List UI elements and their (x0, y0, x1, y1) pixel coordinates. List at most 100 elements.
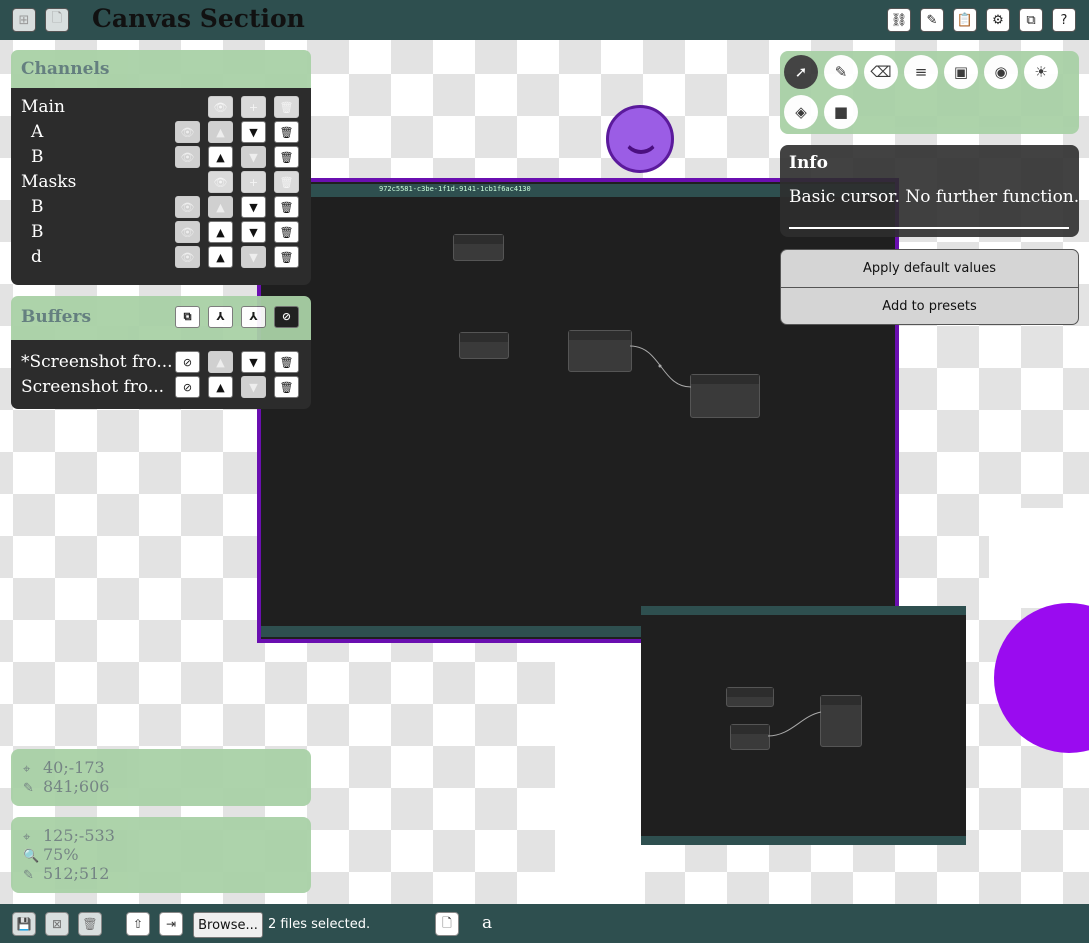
buffers-panel: Buffers ⧉ ⅄ ⅄ ⊘ *Screenshot fro... ⊘ ▲ ▼… (11, 296, 311, 409)
canvas[interactable]: 972c5581-c3be-1f1d-9141-1cb1f6ac4130 Cha… (0, 40, 1089, 904)
channel-row[interactable]: Masks 👁 + 🗑 (11, 170, 311, 194)
channel-label: Main (21, 97, 65, 117)
settings-button[interactable]: ⚙ (986, 8, 1010, 32)
clipboard-settings-icon: 📋 (956, 12, 974, 28)
node-graph-button[interactable]: ⛓ (887, 8, 911, 32)
pen-position-value: 841;606 (43, 777, 110, 796)
delete-button[interactable]: 🗑 (274, 121, 299, 143)
save-button[interactable]: 💾 (12, 912, 36, 936)
arrow-down-icon: ▼ (249, 250, 258, 264)
camera-tool[interactable]: ◉ (984, 55, 1018, 89)
buffer-row[interactable]: *Screenshot fro... ⊘ ▲ ▼ 🗑 (11, 350, 311, 374)
delete-button[interactable]: 🗑 (274, 376, 299, 398)
help-icon: ? (1060, 12, 1068, 28)
visibility-toggle[interactable]: 👁 (175, 121, 200, 143)
brush-tool[interactable]: ✎ (824, 55, 858, 89)
visibility-toggle[interactable]: ⊘ (175, 351, 200, 373)
add-to-presets-button[interactable]: Add to presets (781, 288, 1078, 324)
visibility-toggle[interactable]: 👁 (208, 171, 233, 193)
brightness-tool[interactable]: ☀ (1024, 55, 1058, 89)
help-button[interactable]: ? (1052, 8, 1076, 32)
new-file-button[interactable]: 🗋 (45, 8, 69, 32)
bottom-bar: 💾 ⊠ 🗑 ⇧ ⇥ Browse... 2 files selected. 🗋 … (0, 904, 1089, 943)
move-up-button[interactable]: ▲ (208, 246, 233, 268)
move-up-button[interactable]: ▲ (208, 121, 233, 143)
import-file-button[interactable]: ⇥ (159, 912, 183, 936)
move-down-button[interactable]: ▼ (241, 121, 266, 143)
channel-row[interactable]: B 👁 ▲ ▼ 🗑 (11, 195, 311, 219)
eraser-tool[interactable]: ⌫ (864, 55, 898, 89)
delete-button[interactable]: 🗑 (274, 146, 299, 168)
add-file-button[interactable]: 🗋 (435, 912, 459, 936)
channel-row[interactable]: A 👁 ▲ ▼ 🗑 (11, 120, 311, 144)
new-canvas-icon: ⊞ (18, 12, 30, 28)
pen-icon: ✎ (23, 781, 34, 796)
fill-tool[interactable]: ◈ (784, 95, 818, 129)
channel-row[interactable]: B 👁 ▲ ▼ 🗑 (11, 145, 311, 169)
screenshot-tool[interactable]: ■ (824, 95, 858, 129)
move-down-button[interactable]: ▼ (241, 246, 266, 268)
visibility-toggle[interactable]: ⊘ (175, 376, 200, 398)
hide-all-button[interactable]: ⊘ (274, 306, 299, 328)
delete-button[interactable]: 🗑 (274, 96, 299, 118)
delete-button[interactable]: 🗑 (274, 351, 299, 373)
channel-row[interactable]: Main 👁 + 🗑 (11, 95, 311, 119)
apply-defaults-button[interactable]: Apply default values (781, 250, 1078, 288)
merge-down-button[interactable]: ⅄ (241, 306, 266, 328)
screenshot-layer-2[interactable] (641, 606, 966, 845)
move-up-button[interactable]: ▲ (208, 351, 233, 373)
delete-button[interactable]: 🗑 (274, 171, 299, 193)
trash-icon: 🗑 (279, 125, 294, 139)
move-down-button[interactable]: ▼ (241, 196, 266, 218)
visibility-toggle[interactable]: 👁 (175, 146, 200, 168)
delete-button[interactable]: 🗑 (274, 196, 299, 218)
merge-icon: ⅄ (216, 310, 225, 323)
canvas-size: ✎ 512;512 (23, 864, 109, 883)
duplicate-buffer-button[interactable]: ⧉ (175, 306, 200, 328)
close-button[interactable]: ⊠ (45, 912, 69, 936)
clipboard-settings-button[interactable]: 📋 (953, 8, 977, 32)
visibility-toggle[interactable]: 👁 (208, 96, 233, 118)
eye-icon: 👁 (180, 150, 195, 164)
move-up-button[interactable]: ▲ (208, 221, 233, 243)
eye-off-icon: ⊘ (182, 380, 193, 394)
cursor-position-value: 40;-173 (43, 758, 105, 777)
arrow-down-icon: ▼ (249, 150, 258, 164)
footer-text: a (482, 913, 493, 933)
gear-icon: ⚙ (992, 12, 1004, 28)
browse-button[interactable]: Browse... (193, 912, 263, 938)
channel-row[interactable]: d 👁 ▲ ▼ 🗑 (11, 245, 311, 269)
magnifier-icon: 🔍 (23, 849, 40, 864)
move-down-button[interactable]: ▼ (241, 221, 266, 243)
add-channel-button[interactable]: + (241, 96, 266, 118)
add-channel-button[interactable]: + (241, 171, 266, 193)
move-up-button[interactable]: ▲ (208, 146, 233, 168)
screenshot-layer[interactable]: 972c5581-c3be-1f1d-9141-1cb1f6ac4130 (257, 178, 899, 643)
visibility-toggle[interactable]: 👁 (175, 246, 200, 268)
move-up-button[interactable]: ▲ (208, 196, 233, 218)
buffers-title: Buffers ⧉ ⅄ ⅄ ⊘ (11, 296, 311, 340)
copy-document-button[interactable]: ⧉ (1019, 8, 1043, 32)
text-tool[interactable]: ≡ (904, 55, 938, 89)
info-description: Basic cursor. No further function. (789, 187, 1080, 207)
move-down-button[interactable]: ▼ (241, 146, 266, 168)
upload-button[interactable]: ⇧ (126, 912, 150, 936)
delete-button[interactable]: 🗑 (274, 221, 299, 243)
arrow-down-icon: ▼ (249, 380, 258, 394)
image-tool[interactable]: ▣ (944, 55, 978, 89)
visibility-toggle[interactable]: 👁 (175, 196, 200, 218)
edit-button[interactable]: ✎ (920, 8, 944, 32)
new-canvas-button[interactable]: ⊞ (12, 8, 36, 32)
eye-off-icon: ⊘ (182, 355, 193, 369)
channel-row[interactable]: B 👁 ▲ ▼ 🗑 (11, 220, 311, 244)
buffer-row[interactable]: Screenshot fro... ⊘ ▲ ▼ 🗑 (11, 375, 311, 399)
merge-down-icon: ⅄ (249, 310, 258, 323)
merge-button[interactable]: ⅄ (208, 306, 233, 328)
delete-button[interactable]: 🗑 (78, 912, 102, 936)
cursor-tool[interactable]: ➚ (784, 55, 818, 89)
delete-button[interactable]: 🗑 (274, 246, 299, 268)
visibility-toggle[interactable]: 👁 (175, 221, 200, 243)
move-down-button[interactable]: ▼ (241, 351, 266, 373)
move-down-button[interactable]: ▼ (241, 376, 266, 398)
move-up-button[interactable]: ▲ (208, 376, 233, 398)
